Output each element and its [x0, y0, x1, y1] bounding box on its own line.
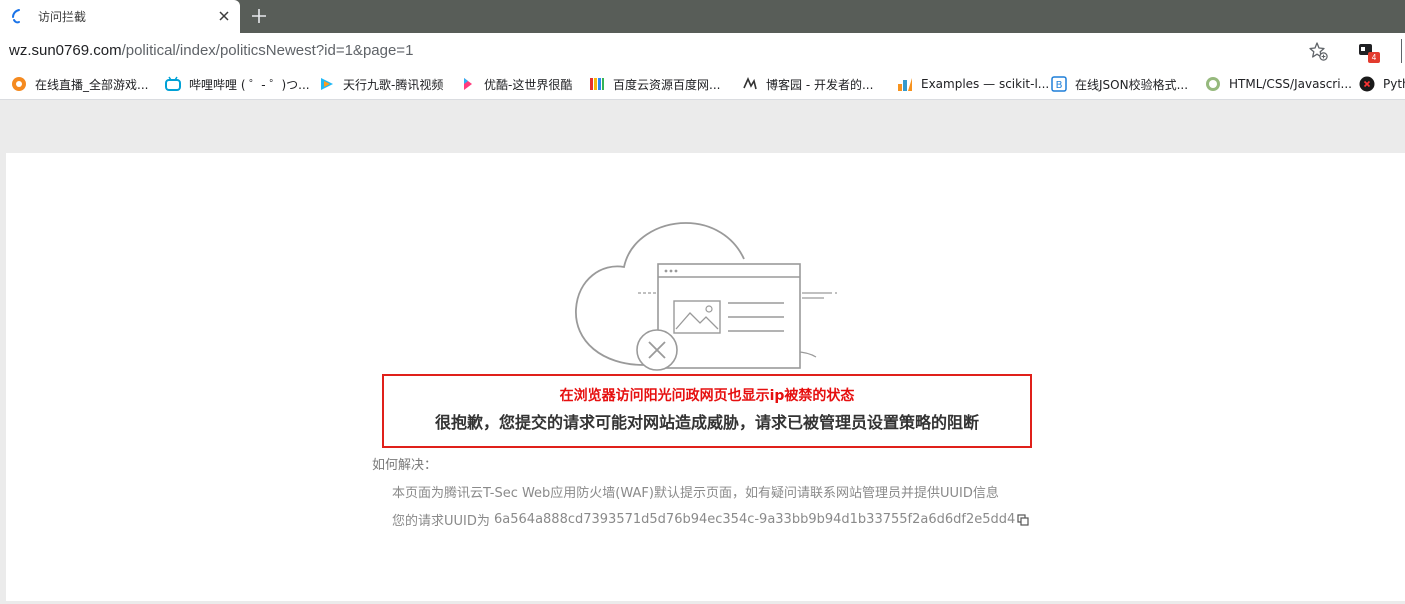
url-path: /political/index/politicsNewest?id=1&pag… [121, 42, 414, 59]
loading-spinner-icon [12, 9, 20, 24]
bookmark-label: HTML/CSS/Javascri... [1229, 77, 1352, 91]
howto-label: 如何解决： [372, 458, 438, 473]
tab-close-icon[interactable] [216, 8, 232, 24]
python-icon [1359, 76, 1375, 92]
new-tab-plus-icon[interactable] [249, 6, 269, 26]
url-host: wz.sun0769.com [9, 42, 122, 59]
tab-strip: 访问拦截 [0, 0, 1405, 33]
annotation-highlight-box: 在浏览器访问阳光问政网页也显示ip被禁的状态 很抱歉，您提交的请求可能对网站造成… [382, 374, 1032, 448]
json-icon: B [1051, 76, 1067, 92]
tab-title: 访问拦截 [38, 10, 87, 24]
bookmark-label: 在线JSON校验格式... [1075, 77, 1189, 92]
bookmark-star-add-icon[interactable] [1308, 41, 1328, 61]
bookmark-label: 优酷-这世界很酷 [484, 77, 573, 92]
bookmark-item[interactable]: 优酷-这世界很酷 [460, 74, 572, 94]
annotation-text: 在浏览器访问阳光问政网页也显示ip被禁的状态 [559, 388, 855, 404]
chart-icon [898, 78, 912, 91]
extension-badge: 4 [1368, 52, 1380, 63]
bookmark-item[interactable]: Pyth [1359, 74, 1405, 94]
svg-text:B: B [1056, 80, 1063, 91]
browser-tab[interactable]: 访问拦截 [0, 0, 240, 33]
runoob-icon [1206, 77, 1220, 91]
blocked-page-illustration [575, 222, 840, 371]
bookmark-label: Examples — scikit-l... [921, 77, 1050, 91]
bookmark-label: 哔哩哔哩 ( ゜- ゜)つ... [189, 77, 310, 92]
uuid-value[interactable]: 6a564a888cd7393571d5d76b94ec354c-9a33bb9… [494, 512, 1015, 527]
bookmark-item[interactable]: 天行九歌-腾讯视频 [319, 74, 443, 94]
uuid-prefix: 您的请求UUID为 [392, 514, 495, 529]
bookmark-item[interactable]: HTML/CSS/Javascri... [1205, 74, 1352, 94]
bookmark-label: 天行九歌-腾讯视频 [343, 77, 444, 92]
bookmark-item[interactable]: 博客园 - 开发者的... [742, 74, 873, 94]
block-message: 很抱歉，您提交的请求可能对网站造成威胁，请求已被管理员设置策略的阻断 [434, 413, 979, 432]
youku-icon [464, 78, 472, 90]
tencent-video-icon [321, 78, 333, 90]
bookmark-item[interactable]: 哔哩哔哩 ( ゜- ゜)つ... [165, 74, 310, 94]
bilibili-icon [165, 76, 181, 91]
baidu-cloud-icon [590, 78, 604, 90]
toolbar-divider [1401, 39, 1405, 63]
bookmark-label: 在线直播_全部游戏... [35, 77, 149, 92]
page-content: 在浏览器访问阳光问政网页也显示ip被禁的状态 很抱歉，您提交的请求可能对网站造成… [6, 153, 1405, 601]
bookmark-label: Pyth [1383, 77, 1405, 91]
bookmark-label: 博客园 - 开发者的... [766, 77, 874, 92]
bookmark-item[interactable]: Examples — scikit-l... [897, 74, 1049, 94]
bookmark-item[interactable]: 百度云资源百度网... [589, 74, 720, 94]
bookmark-item[interactable]: 在线直播_全部游戏... [11, 74, 148, 94]
bookmark-item[interactable]: B 在线JSON校验格式... [1051, 74, 1188, 94]
browser-toolbar: wz.sun0769.com/political/index/politicsN… [0, 33, 1405, 69]
douyu-icon [12, 77, 26, 91]
cnblogs-icon [743, 77, 757, 90]
bookmark-label: 百度云资源百度网... [613, 77, 721, 92]
uuid-line: 您的请求UUID为 6a564a888cd7393571d5d76b94ec35… [392, 510, 1029, 529]
copy-icon[interactable] [1017, 513, 1029, 526]
bookmarks-bar: 在线直播_全部游戏... 哔哩哔哩 ( ゜- ゜)つ... 天行九歌-腾讯视频 … [0, 69, 1405, 100]
address-bar[interactable]: wz.sun0769.com/political/index/politicsN… [9, 42, 413, 59]
waf-info-text: 本页面为腾讯云T-Sec Web应用防火墙(WAF)默认提示页面，如有疑问请联系… [392, 486, 999, 501]
extension-button[interactable]: 4 [1356, 40, 1380, 63]
